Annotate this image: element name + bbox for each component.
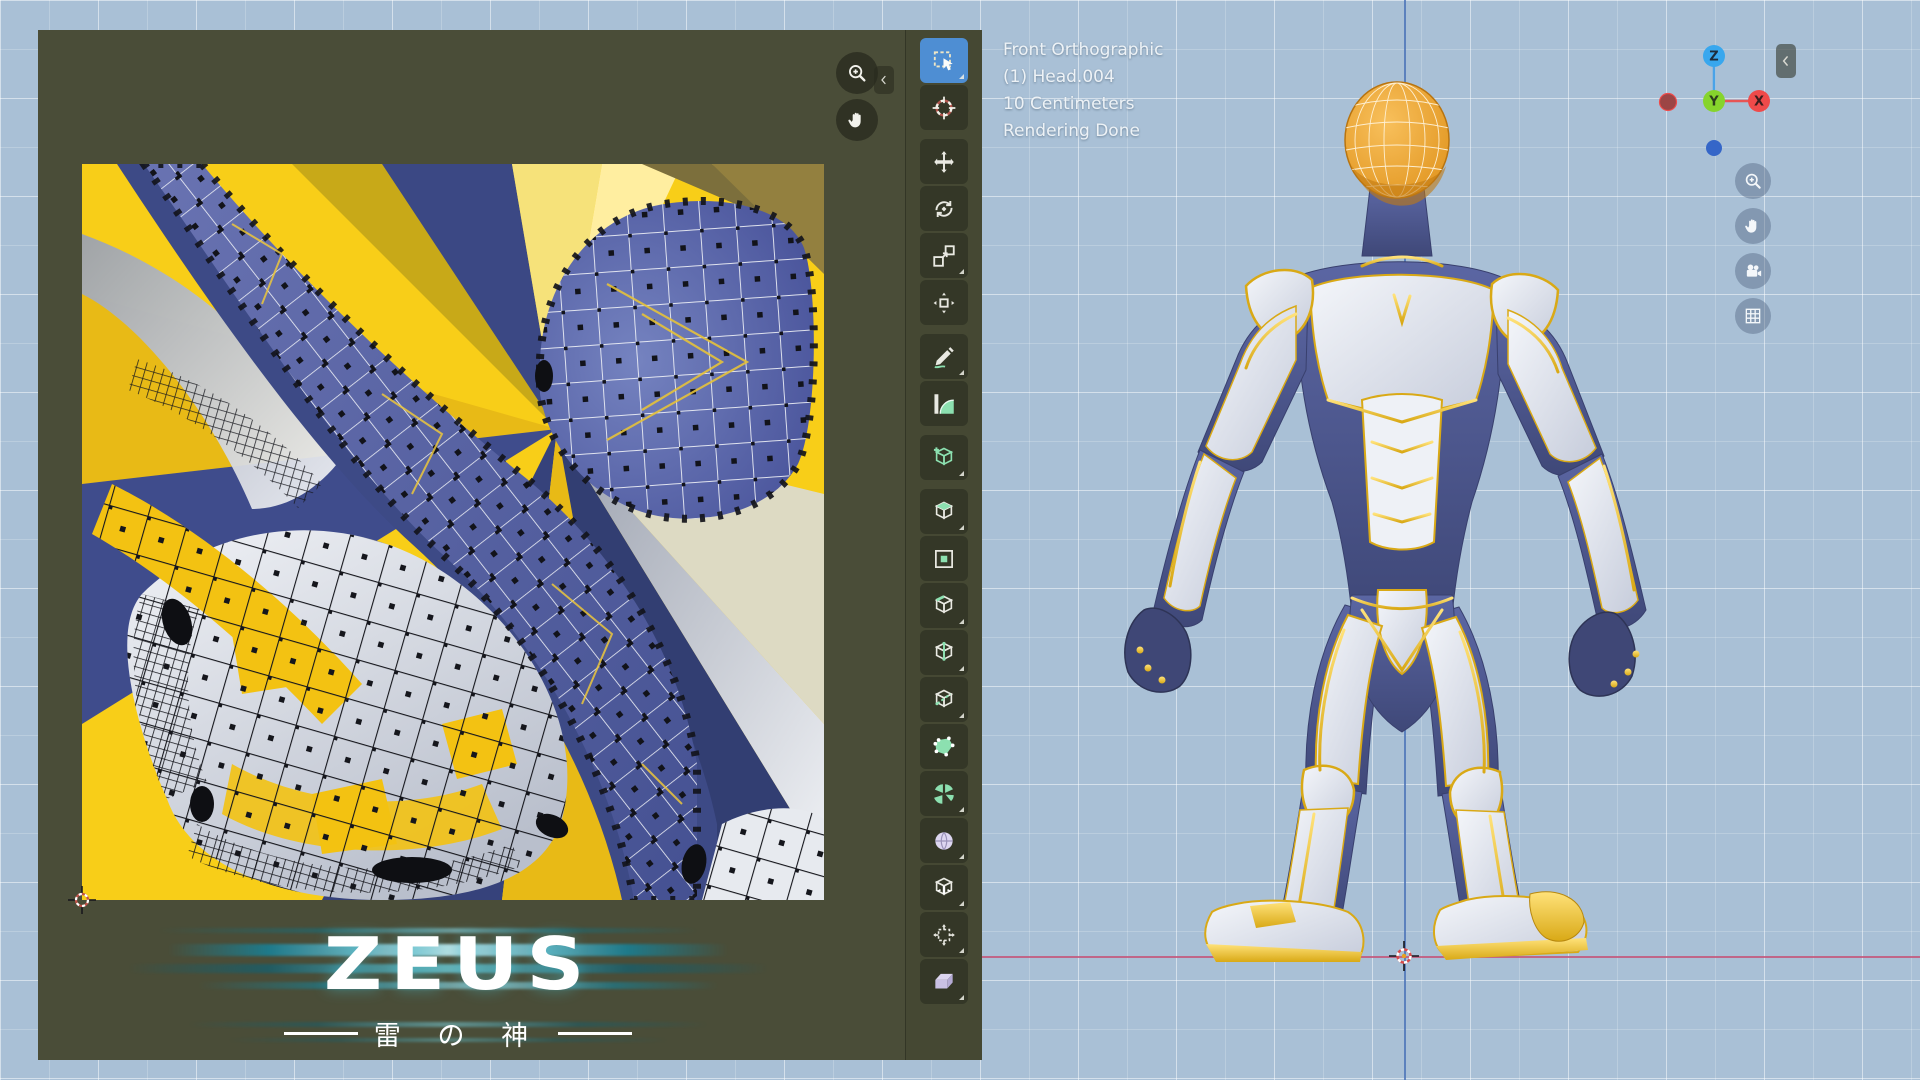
tool-options-corner bbox=[959, 525, 964, 530]
tool-annotate-button[interactable] bbox=[920, 334, 968, 379]
camera-icon bbox=[1743, 261, 1763, 281]
tool-add-cube-button[interactable] bbox=[920, 435, 968, 480]
viewport-grid-button[interactable] bbox=[1735, 298, 1771, 334]
smooth-icon bbox=[931, 828, 957, 854]
tool-knife-button[interactable] bbox=[920, 677, 968, 722]
magnifier-plus-icon bbox=[846, 62, 868, 84]
viewport-zoom-button[interactable] bbox=[1735, 163, 1771, 199]
tool-options-corner bbox=[959, 269, 964, 274]
tool-options-corner bbox=[959, 370, 964, 375]
blender-window: Front Orthographic (1) Head.004 10 Centi… bbox=[0, 0, 1920, 1080]
extrude-icon bbox=[931, 499, 957, 525]
tool-options-corner bbox=[959, 666, 964, 671]
uv-texture-artwork[interactable] bbox=[82, 164, 824, 900]
tool-inset-faces-button[interactable] bbox=[920, 536, 968, 581]
select-box-icon bbox=[931, 48, 957, 74]
poly-build-icon bbox=[931, 734, 957, 760]
uv-editor-panel[interactable]: ZEUS 雷 の 神 bbox=[38, 30, 905, 1060]
logo-title: ZEUS bbox=[323, 922, 593, 1006]
logo-dash bbox=[283, 1032, 358, 1035]
tool-bevel-button[interactable] bbox=[920, 583, 968, 628]
tool-options-corner bbox=[959, 713, 964, 718]
tool-edge-slide-button[interactable] bbox=[920, 865, 968, 910]
logo-dash bbox=[558, 1032, 633, 1035]
shear-icon bbox=[931, 969, 957, 995]
tool-cursor-button[interactable] bbox=[920, 85, 968, 130]
view-name: Front Orthographic bbox=[1003, 40, 1164, 60]
texture-logo: ZEUS 雷 の 神 bbox=[38, 910, 878, 1060]
tool-options-corner bbox=[959, 74, 964, 79]
tool-options-corner bbox=[959, 995, 964, 1000]
annotate-icon bbox=[931, 344, 957, 370]
grid-scale: 10 Centimeters bbox=[1003, 94, 1135, 114]
uv-pan-button[interactable] bbox=[836, 99, 878, 141]
tool-options-corner bbox=[959, 854, 964, 859]
tool-loop-cut-button[interactable] bbox=[920, 630, 968, 675]
move-icon bbox=[931, 149, 957, 175]
bevel-icon bbox=[931, 593, 957, 619]
tool-rotate-button[interactable] bbox=[920, 186, 968, 231]
tool-options-corner bbox=[959, 471, 964, 476]
gizmo-neg-z-ball[interactable] bbox=[1706, 140, 1722, 156]
tool-poly-build-button[interactable] bbox=[920, 724, 968, 769]
3d-cursor[interactable] bbox=[1389, 941, 1419, 971]
tool-select-box-button[interactable] bbox=[920, 38, 968, 83]
character-model[interactable] bbox=[1100, 70, 1660, 990]
loop-cut-icon bbox=[931, 640, 957, 666]
tool-options-corner bbox=[959, 901, 964, 906]
gizmo-neg-x-ball[interactable] bbox=[1658, 92, 1678, 112]
tool-strip bbox=[905, 30, 982, 1060]
tool-options-corner bbox=[959, 619, 964, 624]
grid-icon bbox=[1743, 306, 1763, 326]
chevron-left-icon bbox=[1779, 54, 1793, 68]
navigation-gizmo[interactable]: Z Y X bbox=[1648, 34, 1778, 164]
gizmo-x-label: X bbox=[1754, 95, 1764, 110]
viewport-header: Front Orthographic (1) Head.004 10 Centi… bbox=[1003, 37, 1163, 145]
knife-icon bbox=[931, 687, 957, 713]
add-cube-icon bbox=[931, 445, 957, 471]
active-object: (1) Head.004 bbox=[1003, 67, 1115, 87]
shrink-fatten-icon bbox=[931, 922, 957, 948]
viewport-nav-buttons bbox=[1735, 163, 1771, 334]
tool-smooth-button[interactable] bbox=[920, 818, 968, 863]
tool-move-button[interactable] bbox=[920, 139, 968, 184]
cursor-tool-icon bbox=[931, 95, 957, 121]
gizmo-z-label: Z bbox=[1709, 50, 1718, 65]
tool-measure-button[interactable] bbox=[920, 381, 968, 426]
tool-spin-button[interactable] bbox=[920, 771, 968, 816]
gizmo-y-label: Y bbox=[1708, 95, 1719, 110]
measure-icon bbox=[931, 391, 957, 417]
tool-scale-button[interactable] bbox=[920, 233, 968, 278]
scale-icon bbox=[931, 243, 957, 269]
hand-icon bbox=[1743, 216, 1763, 236]
logo-subtitle: 雷 の 神 bbox=[38, 1014, 878, 1053]
sidebar-collapse-tab[interactable] bbox=[1776, 44, 1796, 78]
tool-options-corner bbox=[959, 948, 964, 953]
viewport-pan-button[interactable] bbox=[1735, 208, 1771, 244]
edge-slide-icon bbox=[931, 875, 957, 901]
tool-shear-button[interactable] bbox=[920, 959, 968, 1004]
render-status: Rendering Done bbox=[1003, 121, 1140, 141]
rotate-icon bbox=[931, 196, 957, 222]
magnifier-plus-icon bbox=[1743, 171, 1763, 191]
spin-icon bbox=[931, 781, 957, 807]
uv-zoom-button[interactable] bbox=[836, 52, 878, 94]
hand-icon bbox=[846, 109, 868, 131]
transform-icon bbox=[931, 290, 957, 316]
tool-options-corner bbox=[959, 807, 964, 812]
tool-extrude-region-button[interactable] bbox=[920, 489, 968, 534]
tool-transform-button[interactable] bbox=[920, 280, 968, 325]
uv-collapse-tab[interactable] bbox=[874, 66, 894, 94]
chevron-left-icon bbox=[878, 74, 890, 86]
tool-shrink-fatten-button[interactable] bbox=[920, 912, 968, 957]
logo-subtitle-text: 雷 の 神 bbox=[373, 1021, 543, 1052]
inset-icon bbox=[931, 546, 957, 572]
viewport-camera-button[interactable] bbox=[1735, 253, 1771, 289]
